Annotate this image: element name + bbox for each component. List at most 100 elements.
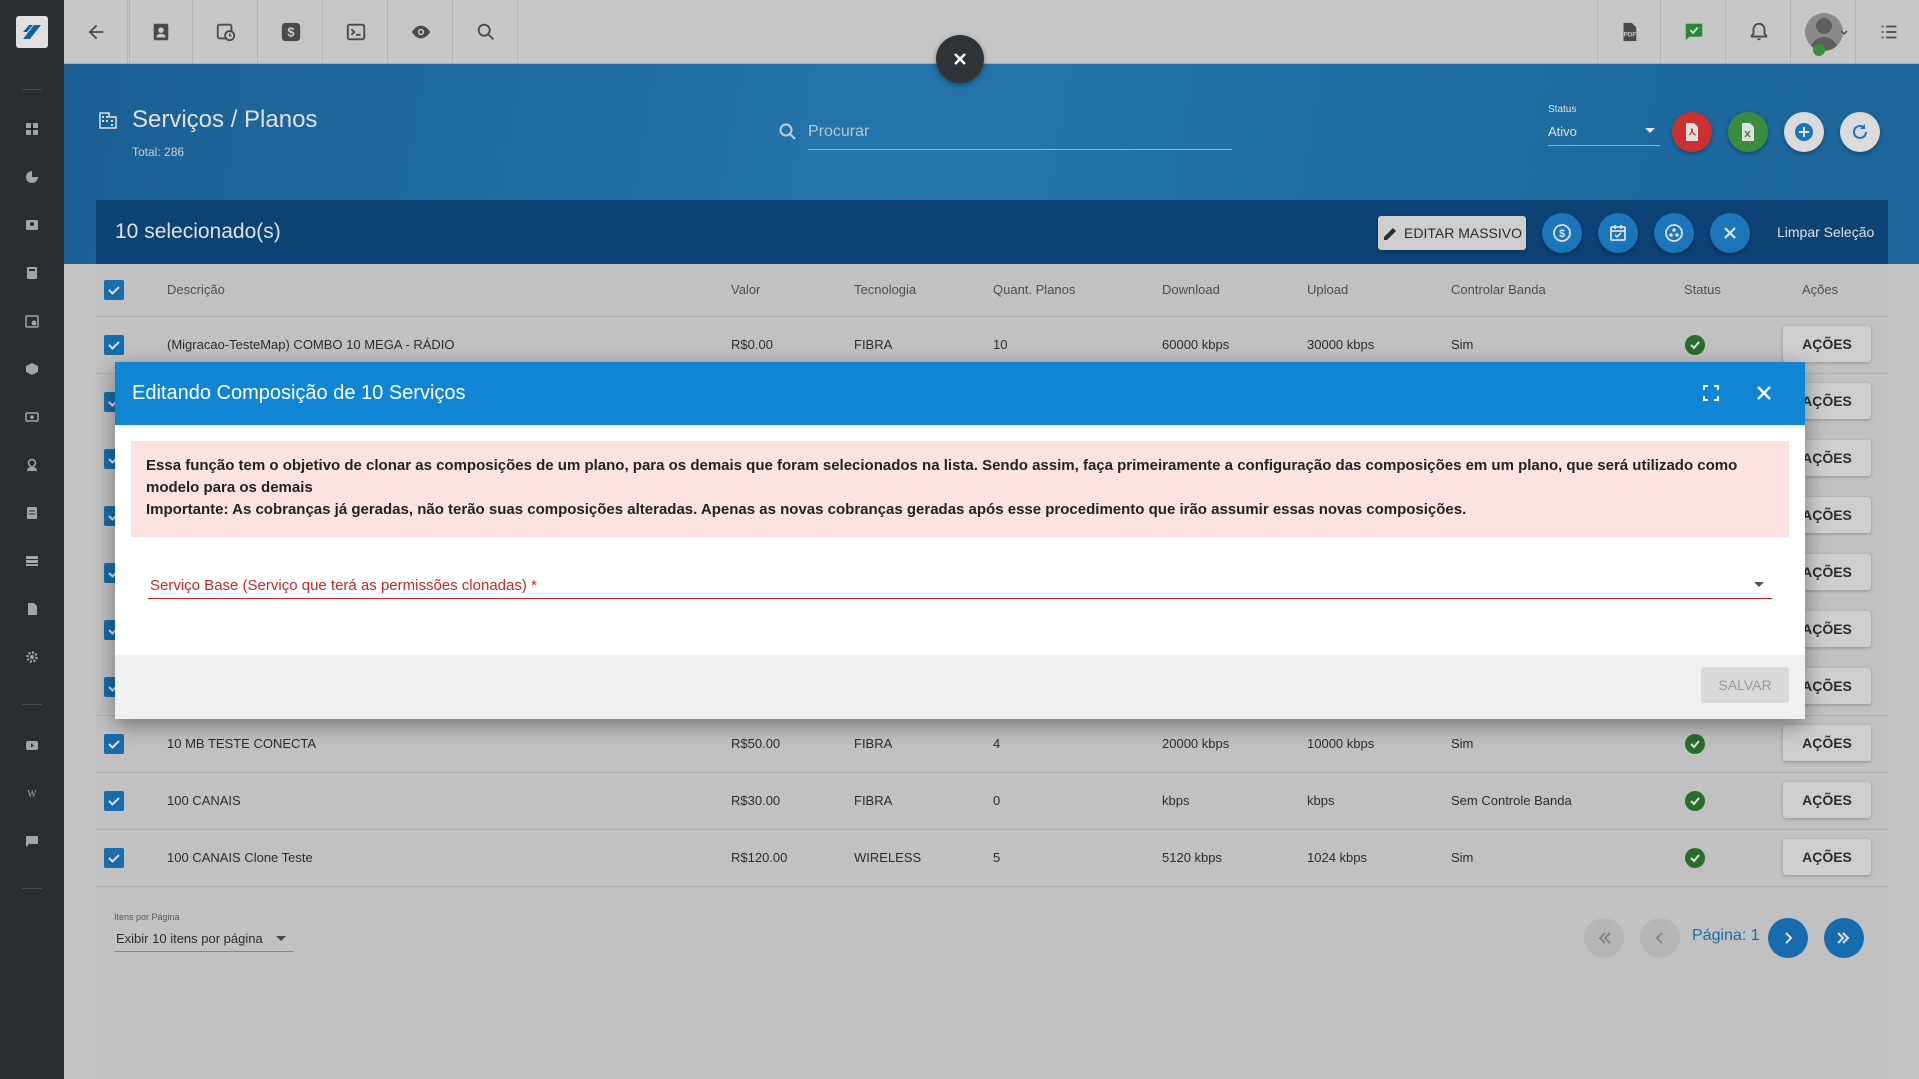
export-pdf-button[interactable] bbox=[1672, 112, 1712, 152]
column-header-descricao[interactable]: Descrição bbox=[167, 282, 225, 297]
contacts-button[interactable] bbox=[129, 0, 193, 64]
save-button[interactable]: SALVAR bbox=[1701, 667, 1789, 703]
row-checkbox[interactable] bbox=[104, 848, 124, 868]
file-icon bbox=[28, 603, 37, 615]
row-checkbox[interactable] bbox=[104, 791, 124, 811]
clear-selection-link[interactable]: Limpar Seleção bbox=[1777, 224, 1874, 240]
cell-descricao: 10 MB TESTE CONECTA bbox=[167, 736, 317, 751]
sidebar-item-stock[interactable] bbox=[0, 354, 64, 384]
sidebar-item-chat[interactable] bbox=[0, 826, 64, 856]
alert-text-line2: Importante: As cobranças já geradas, não… bbox=[146, 501, 1467, 518]
view-button[interactable] bbox=[389, 0, 453, 64]
column-header-valor[interactable]: Valor bbox=[731, 282, 760, 297]
terminal-icon bbox=[346, 23, 365, 41]
column-header-download[interactable]: Download bbox=[1162, 282, 1220, 297]
actions-button[interactable]: AÇÕES bbox=[1783, 326, 1871, 362]
info-alert: Essa função tem o objetivo de clonar as … bbox=[131, 441, 1789, 537]
dollar-circle-icon: $ bbox=[1553, 224, 1571, 242]
bulk-price-button[interactable]: $ bbox=[1542, 213, 1582, 253]
online-status-dot bbox=[1813, 44, 1825, 56]
chevron-down-icon bbox=[276, 936, 286, 941]
bulk-composition-button[interactable] bbox=[1654, 213, 1694, 253]
sidebar-item-videos[interactable] bbox=[0, 730, 64, 760]
sidebar-item-dashboard[interactable] bbox=[0, 114, 64, 144]
add-button[interactable] bbox=[1784, 112, 1824, 152]
finance-button[interactable]: $ bbox=[259, 0, 323, 64]
row-divider bbox=[96, 772, 1888, 773]
cell-upload: 1024 kbps bbox=[1307, 850, 1367, 865]
contact-card-icon bbox=[153, 23, 169, 41]
column-header-upload[interactable]: Upload bbox=[1307, 282, 1348, 297]
previous-page-button[interactable] bbox=[1640, 918, 1680, 958]
sidebar-item-finance[interactable] bbox=[0, 402, 64, 432]
cell-descricao: 100 CANAIS Clone Teste bbox=[167, 850, 313, 865]
sidebar-item-files[interactable] bbox=[0, 594, 64, 624]
pdf-button[interactable]: PDF bbox=[1597, 0, 1661, 64]
cell-tecnologia: FIBRA bbox=[854, 337, 893, 352]
actions-button[interactable]: AÇÕES bbox=[1783, 782, 1871, 818]
sidebar-item-reports[interactable] bbox=[0, 162, 64, 192]
column-header-controlar-banda[interactable]: Controlar Banda bbox=[1451, 282, 1546, 297]
status-filter-select[interactable]: Ativo bbox=[1548, 118, 1660, 146]
export-excel-button[interactable] bbox=[1728, 112, 1768, 152]
cell-descricao: (Migracao-TesteMap) COMBO 10 MEGA - RÁDI… bbox=[167, 337, 455, 352]
sidebar-item-documents[interactable] bbox=[0, 498, 64, 528]
next-page-button[interactable] bbox=[1768, 918, 1808, 958]
edit-mass-button[interactable]: EDITAR MASSIVO bbox=[1378, 216, 1526, 250]
bulk-cancel-button[interactable] bbox=[1710, 213, 1750, 253]
row-checkbox[interactable] bbox=[104, 734, 124, 754]
sidebar-item-contracts[interactable] bbox=[0, 258, 64, 288]
base-service-select[interactable]: Serviço Base (Serviço que terá as permis… bbox=[148, 567, 1772, 599]
column-header-status[interactable]: Status bbox=[1684, 282, 1721, 297]
cell-valor: R$50.00 bbox=[731, 736, 781, 751]
chevron-right-icon bbox=[1785, 932, 1793, 944]
cell-download: kbps bbox=[1162, 793, 1190, 808]
cell-tecnologia: FIBRA bbox=[854, 736, 893, 751]
cell-upload: 10000 kbps bbox=[1307, 736, 1375, 751]
user-pin-icon bbox=[27, 458, 37, 471]
sidebar-item-services[interactable] bbox=[0, 546, 64, 576]
chart-icon bbox=[26, 171, 38, 183]
sidebar-item-wiki[interactable]: W bbox=[0, 778, 64, 808]
check-icon bbox=[108, 341, 120, 350]
status-filter-label: Status bbox=[1548, 104, 1577, 115]
items-per-page-select[interactable]: Exibir 10 itens por página bbox=[114, 924, 294, 952]
cell-quant: 4 bbox=[993, 736, 1001, 751]
svg-text:$: $ bbox=[1559, 228, 1565, 240]
menu-button[interactable] bbox=[1857, 0, 1919, 64]
status-active-icon bbox=[1685, 335, 1705, 355]
column-header-quant-planos[interactable]: Quant. Planos bbox=[993, 282, 1075, 297]
bulk-schedule-button[interactable] bbox=[1598, 213, 1638, 253]
row-checkbox[interactable] bbox=[104, 335, 124, 355]
actions-button[interactable]: AÇÕES bbox=[1783, 839, 1871, 875]
close-icon[interactable] bbox=[1752, 381, 1776, 405]
sidebar-item-settings[interactable] bbox=[0, 642, 64, 672]
first-page-button[interactable] bbox=[1584, 918, 1624, 958]
close-overlay-button[interactable] bbox=[936, 35, 984, 83]
sidebar-item-clients[interactable] bbox=[0, 210, 64, 240]
terminal-button[interactable] bbox=[324, 0, 388, 64]
search-input[interactable] bbox=[808, 114, 1232, 150]
column-header-tecnologia[interactable]: Tecnologia bbox=[854, 282, 916, 297]
app-logo[interactable] bbox=[0, 0, 64, 64]
cell-tecnologia: FIBRA bbox=[854, 793, 893, 808]
dialog-header: Editando Composição de 10 Serviços bbox=[115, 362, 1805, 425]
document-icon bbox=[27, 507, 37, 519]
search-icon bbox=[477, 23, 494, 40]
notifications-button[interactable] bbox=[1727, 0, 1791, 64]
last-page-button[interactable] bbox=[1824, 918, 1864, 958]
tasks-button[interactable] bbox=[1662, 0, 1726, 64]
actions-button[interactable]: AÇÕES bbox=[1783, 725, 1871, 761]
refresh-button[interactable] bbox=[1840, 112, 1880, 152]
schedule-button[interactable] bbox=[194, 0, 258, 64]
search-button[interactable] bbox=[454, 0, 518, 64]
calendar-check-icon bbox=[1610, 225, 1626, 241]
sidebar-item-users[interactable] bbox=[0, 450, 64, 480]
fullscreen-icon[interactable] bbox=[1700, 382, 1722, 404]
select-all-checkbox[interactable] bbox=[104, 280, 124, 300]
sidebar-item-schedule[interactable] bbox=[0, 306, 64, 336]
back-button[interactable] bbox=[64, 0, 128, 64]
status-active-icon bbox=[1685, 791, 1705, 811]
clock-calendar-icon bbox=[216, 23, 235, 42]
user-menu-button[interactable] bbox=[1792, 0, 1856, 64]
